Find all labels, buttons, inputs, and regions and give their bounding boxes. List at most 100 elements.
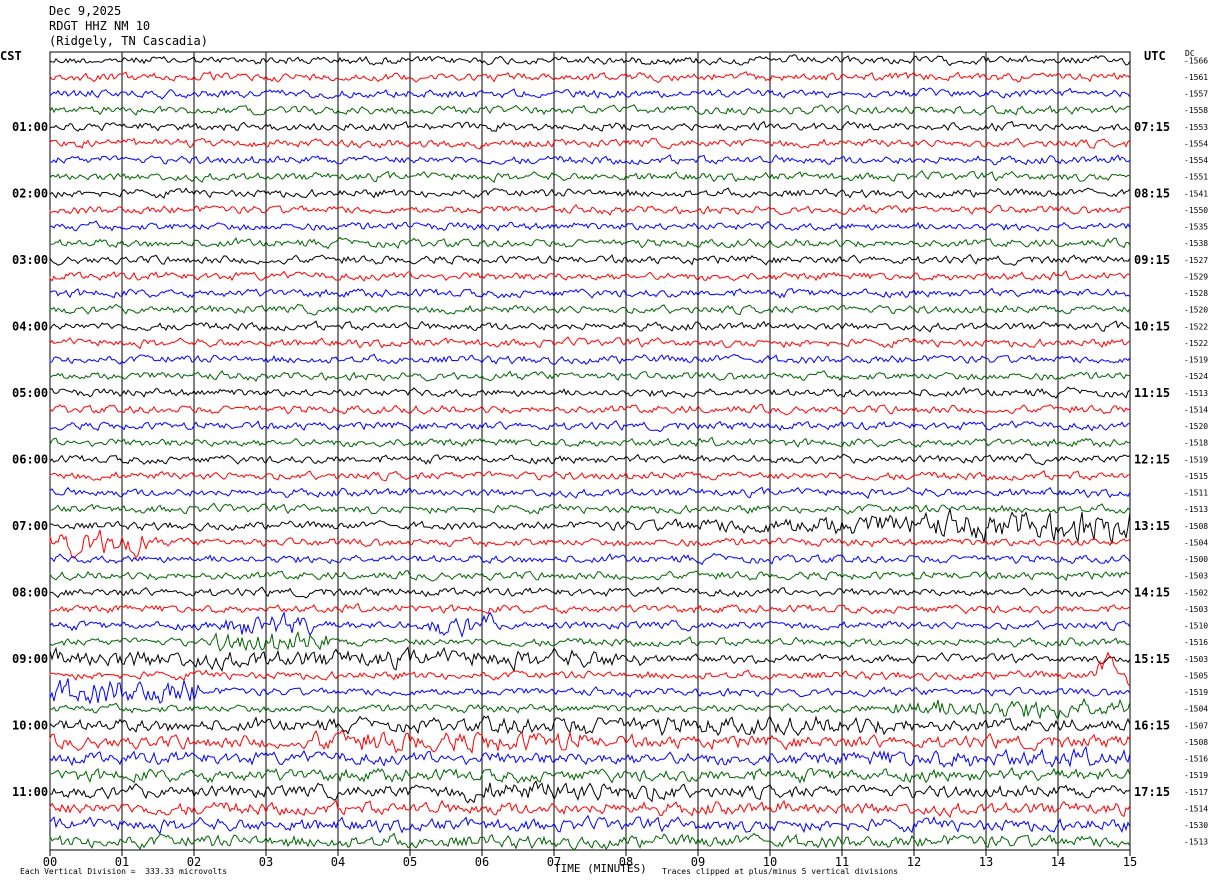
trace-row-30 — [49, 552, 1131, 566]
dc-offset-label: -1558 — [1184, 106, 1208, 115]
trace-row-45 — [49, 799, 1131, 819]
trace-row-13 — [49, 270, 1131, 282]
right-hour-label: 12:15 — [1134, 452, 1170, 466]
trace-row-9 — [49, 203, 1131, 216]
right-hour-label: 07:15 — [1134, 120, 1170, 134]
dc-offset-label: -1503 — [1184, 605, 1208, 614]
trace-row-32 — [49, 586, 1131, 599]
dc-offset-label: -1511 — [1184, 489, 1208, 498]
dc-offset-label: -1516 — [1184, 638, 1208, 647]
vertical-division-note: Each Vertical Division = 333.33 microvol… — [20, 867, 228, 876]
dc-offset-label: -1504 — [1184, 705, 1208, 714]
dc-offset-label: -1508 — [1184, 738, 1208, 747]
x-axis-title: TIME (MINUTES) — [554, 862, 647, 875]
right-hour-label: 09:15 — [1134, 253, 1170, 267]
dc-offset-label: -1527 — [1184, 256, 1208, 265]
trace-row-16 — [49, 320, 1131, 333]
dc-offset-label: -1505 — [1184, 671, 1208, 680]
x-tick-label: 04 — [331, 855, 345, 869]
trace-row-29 — [49, 529, 1131, 560]
dc-offset-label: -1513 — [1184, 505, 1208, 514]
trace-row-19 — [49, 370, 1131, 383]
dc-offset-label: -1553 — [1184, 123, 1208, 132]
dc-offset-label: -1516 — [1184, 755, 1208, 764]
left-hour-label: 05:00 — [12, 386, 48, 400]
dc-offset-label: -1530 — [1184, 821, 1208, 830]
dc-offset-label: -1550 — [1184, 206, 1208, 215]
dc-offset-label: -1541 — [1184, 189, 1208, 198]
dc-offset-label: -1519 — [1184, 688, 1208, 697]
trace-row-31 — [49, 569, 1131, 582]
trace-row-47 — [49, 832, 1131, 851]
dc-offset-label: -1520 — [1184, 422, 1208, 431]
trace-row-41 — [49, 729, 1131, 755]
dc-offset-label: -1513 — [1184, 838, 1208, 847]
trace-row-36 — [49, 646, 1131, 673]
x-tick-label: 13 — [979, 855, 993, 869]
trace-row-43 — [49, 766, 1131, 784]
trace-row-18 — [49, 353, 1131, 366]
trace-row-25 — [49, 469, 1131, 482]
dc-offset-label: -1557 — [1184, 90, 1208, 99]
dc-offset-label: -1520 — [1184, 306, 1208, 315]
x-tick-label: 14 — [1051, 855, 1065, 869]
trace-row-28 — [49, 509, 1131, 544]
left-hour-label: 03:00 — [12, 253, 48, 267]
trace-row-39 — [49, 697, 1131, 722]
dc-offset-label: -1554 — [1184, 139, 1208, 148]
trace-row-17 — [49, 336, 1131, 350]
dc-offset-label: -1513 — [1184, 389, 1208, 398]
dc-offset-label: -1514 — [1184, 804, 1208, 813]
left-hour-label: 08:00 — [12, 585, 48, 599]
dc-offset-label: -1507 — [1184, 721, 1208, 730]
dc-offset-label: -1535 — [1184, 223, 1208, 232]
left-hour-label: 06:00 — [12, 452, 48, 466]
clip-note: Traces clipped at plus/minus 5 vertical … — [662, 867, 899, 876]
left-hour-label: 07:00 — [12, 519, 48, 533]
dc-offset-label: -1528 — [1184, 289, 1208, 298]
trace-row-14 — [49, 287, 1131, 299]
dc-offset-label: -1522 — [1184, 339, 1208, 348]
dc-offset-label: -1503 — [1184, 572, 1208, 581]
trace-row-4 — [49, 120, 1131, 133]
left-hour-label: 09:00 — [12, 652, 48, 666]
trace-row-5 — [49, 137, 1131, 150]
right-hour-label: 13:15 — [1134, 519, 1170, 533]
trace-row-11 — [49, 236, 1131, 250]
dc-offset-label: -1519 — [1184, 356, 1208, 365]
dc-offset-label: -1566 — [1184, 56, 1208, 65]
trace-row-20 — [49, 386, 1131, 399]
dc-offset-label: -1522 — [1184, 322, 1208, 331]
trace-row-34 — [49, 610, 1131, 638]
x-tick-label: 12 — [907, 855, 921, 869]
trace-row-21 — [49, 403, 1131, 416]
right-hour-label: 16:15 — [1134, 718, 1170, 732]
dc-offset-label: -1504 — [1184, 538, 1208, 547]
dc-offset-label: -1538 — [1184, 239, 1208, 248]
left-hour-label: 01:00 — [12, 120, 48, 134]
dc-offset-label: -1502 — [1184, 588, 1208, 597]
dc-offset-label: -1519 — [1184, 771, 1208, 780]
dc-offset-label: -1503 — [1184, 655, 1208, 664]
trace-row-8 — [49, 187, 1131, 200]
dc-offset-label: -1518 — [1184, 439, 1208, 448]
dc-offset-label: -1517 — [1184, 788, 1208, 797]
trace-row-0 — [49, 54, 1131, 67]
trace-row-33 — [49, 602, 1131, 615]
trace-row-3 — [49, 104, 1131, 116]
left-hour-label: 04:00 — [12, 319, 48, 333]
x-tick-label: 15 — [1123, 855, 1137, 869]
trace-row-10 — [49, 220, 1131, 232]
dc-offset-label: -1508 — [1184, 522, 1208, 531]
trace-row-44 — [49, 780, 1131, 804]
x-tick-label: 05 — [403, 855, 417, 869]
dc-offset-label: -1561 — [1184, 73, 1208, 82]
dc-offset-label: -1500 — [1184, 555, 1208, 564]
right-hour-label: 10:15 — [1134, 319, 1170, 333]
trace-row-24 — [49, 453, 1131, 466]
right-hour-label: 14:15 — [1134, 585, 1170, 599]
dc-offset-label: -1554 — [1184, 156, 1208, 165]
dc-offset-label: -1529 — [1184, 272, 1208, 281]
trace-row-40 — [49, 715, 1131, 737]
left-hour-label: 10:00 — [12, 718, 48, 732]
